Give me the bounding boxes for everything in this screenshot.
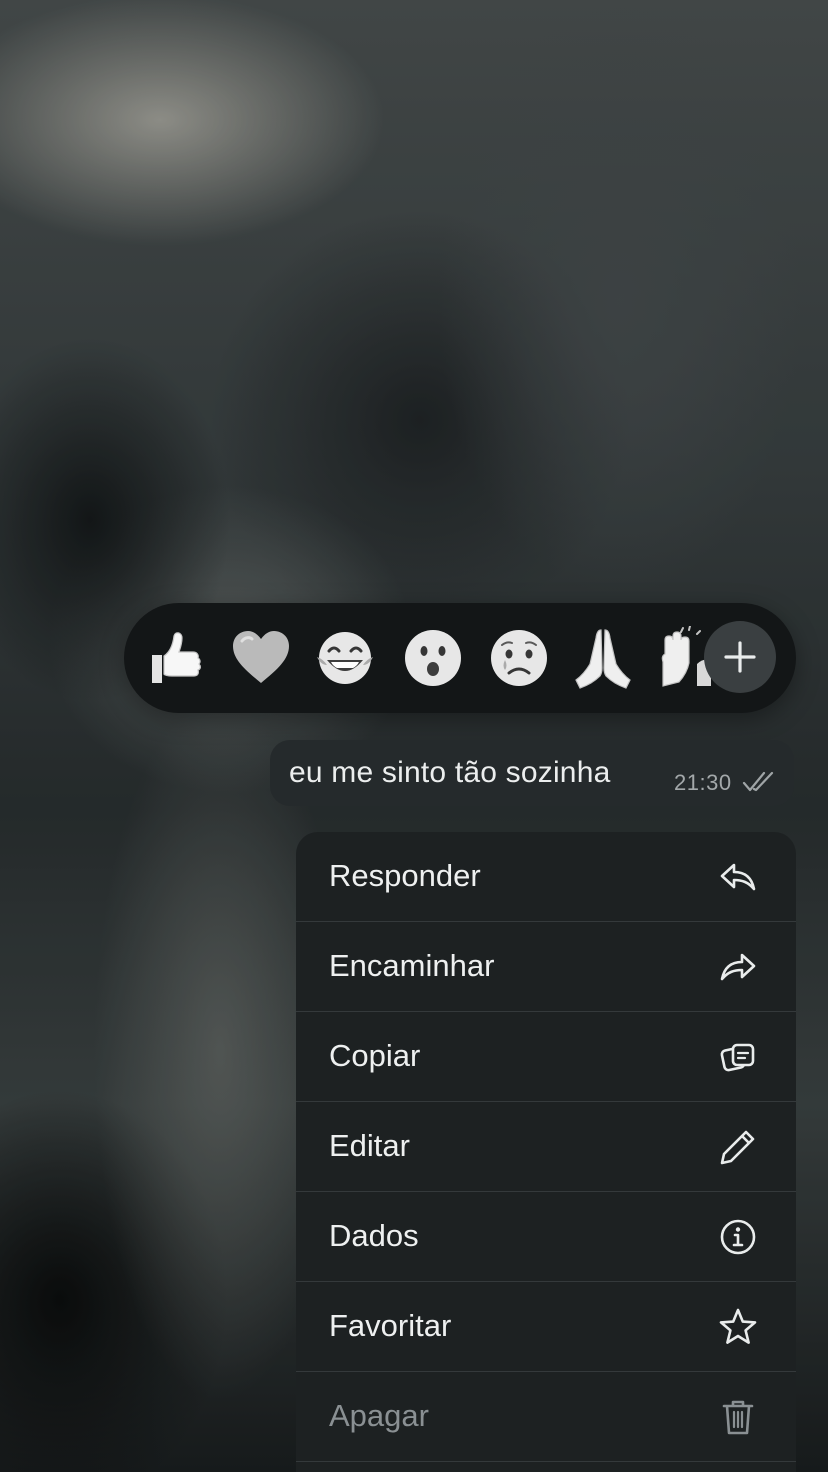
heart-reaction[interactable] [228,625,294,691]
menu-item-label: Responder [329,858,481,893]
thumbs-up-icon [152,632,201,683]
trash-icon [722,1400,754,1435]
menu-item-favorite[interactable]: Favoritar [296,1282,796,1372]
info-icon [720,1219,756,1255]
menu-item-delete[interactable]: Apagar [296,1372,796,1462]
star-icon [719,1308,757,1344]
menu-item-info[interactable]: Dados [296,1192,796,1282]
surprised-face-icon [405,630,461,686]
menu-item-reply[interactable]: Responder [296,832,796,922]
menu-item-forward[interactable]: Encaminhar [296,922,796,1012]
read-checkmarks-icon [742,770,776,799]
menu-item-copy[interactable]: Copiar [296,1012,796,1102]
context-menu: Responder Encaminhar Copiar Editar Dados… [296,832,796,1472]
add-reaction-button[interactable] [704,621,776,693]
menu-item-label: Dados [329,1218,419,1253]
crying-face-icon [491,630,547,686]
screen: eu me sinto tão sozinha 21:30 Responder … [0,0,828,1472]
message-text: eu me sinto tão sozinha [289,756,611,789]
crying-reaction[interactable] [486,625,552,691]
thumbs-up-reaction[interactable] [142,625,208,691]
surprised-reaction[interactable] [400,625,466,691]
forward-icon [720,953,756,981]
reply-icon [720,863,756,891]
copy-icon [720,1043,755,1072]
message-time: 21:30 [674,770,732,795]
laughing-reaction[interactable] [312,625,378,691]
menu-item-edit[interactable]: Editar [296,1102,796,1192]
heart-icon [233,631,289,683]
plus-icon [724,641,756,673]
folded-hands-icon [575,629,631,689]
reaction-bar [124,603,796,713]
menu-item-label: Copiar [329,1038,421,1073]
menu-item-label: Favoritar [329,1308,452,1343]
tears-of-joy-icon [317,632,373,684]
menu-divider [296,1461,796,1462]
message-bubble[interactable]: eu me sinto tão sozinha 21:30 [270,740,794,806]
menu-item-label: Encaminhar [329,948,495,983]
menu-item-label: Editar [329,1128,410,1163]
pencil-icon [720,1130,755,1165]
pray-reaction[interactable] [570,625,636,691]
menu-item-label: Apagar [329,1398,429,1433]
